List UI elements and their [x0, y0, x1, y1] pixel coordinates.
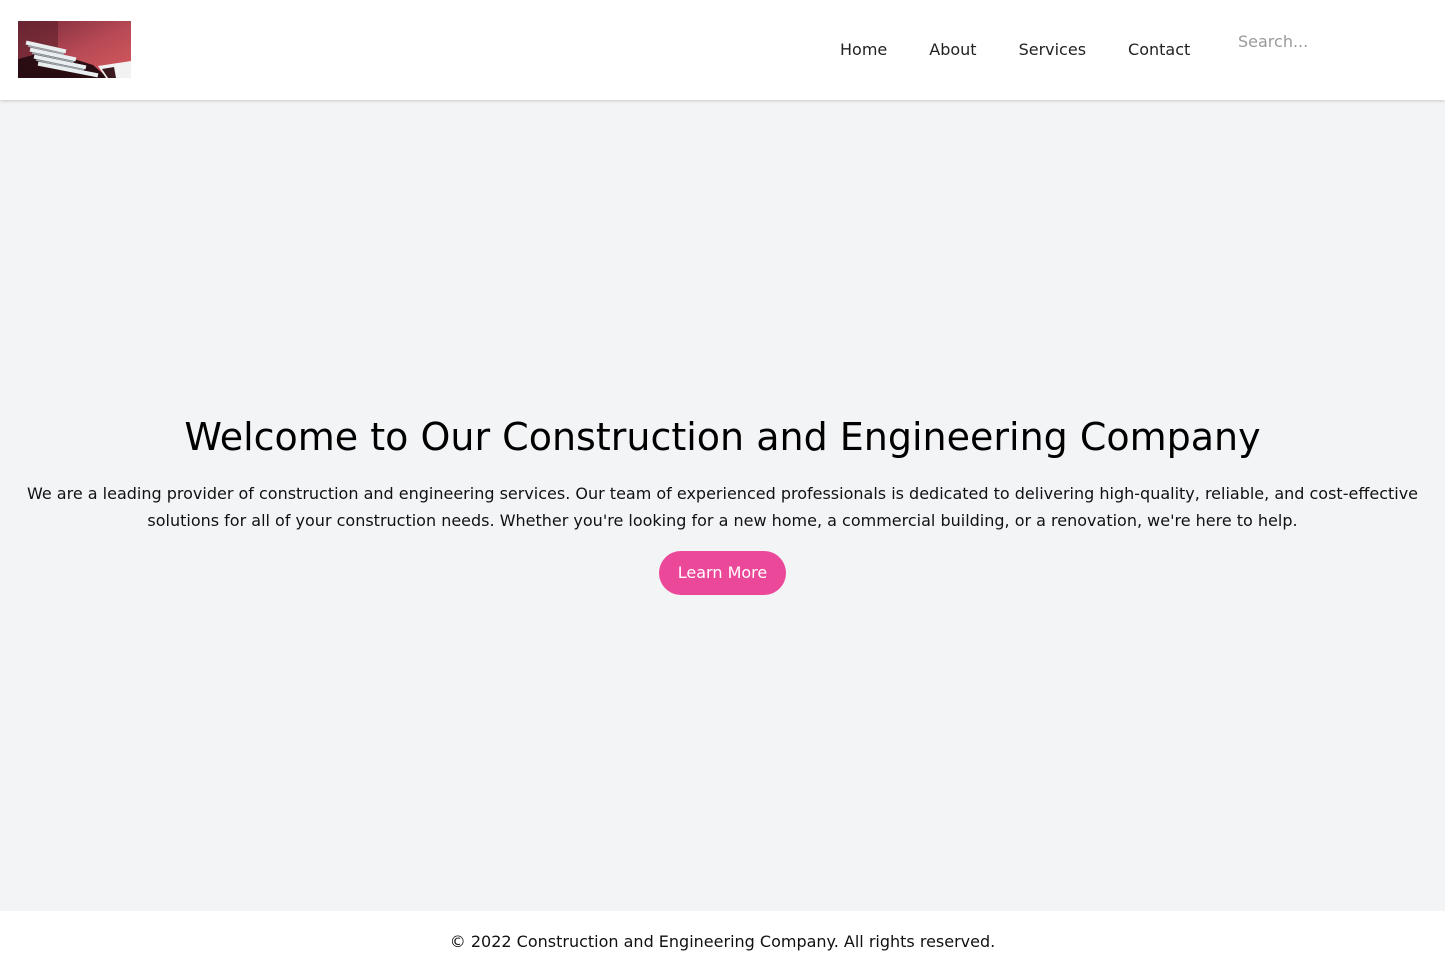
site-header: Home About Services Contact [0, 0, 1445, 100]
learn-more-button[interactable]: Learn More [659, 551, 786, 595]
nav-link-contact[interactable]: Contact [1128, 39, 1190, 61]
main-nav: Home About Services Contact [840, 39, 1190, 61]
nav-link-about[interactable]: About [929, 39, 976, 61]
nav-link-services[interactable]: Services [1019, 39, 1086, 61]
hero-description: We are a leading provider of constructio… [26, 484, 1419, 530]
site-footer: © 2022 Construction and Engineering Comp… [0, 911, 1445, 975]
hero-title: Welcome to Our Construction and Engineer… [184, 415, 1261, 459]
company-logo[interactable] [18, 21, 131, 78]
footer-copyright: © 2022 Construction and Engineering Comp… [449, 932, 996, 951]
search-input[interactable] [1226, 26, 1426, 56]
logo-image [18, 21, 131, 78]
nav-link-home[interactable]: Home [840, 39, 887, 61]
hero-section: Welcome to Our Construction and Engineer… [0, 100, 1445, 911]
